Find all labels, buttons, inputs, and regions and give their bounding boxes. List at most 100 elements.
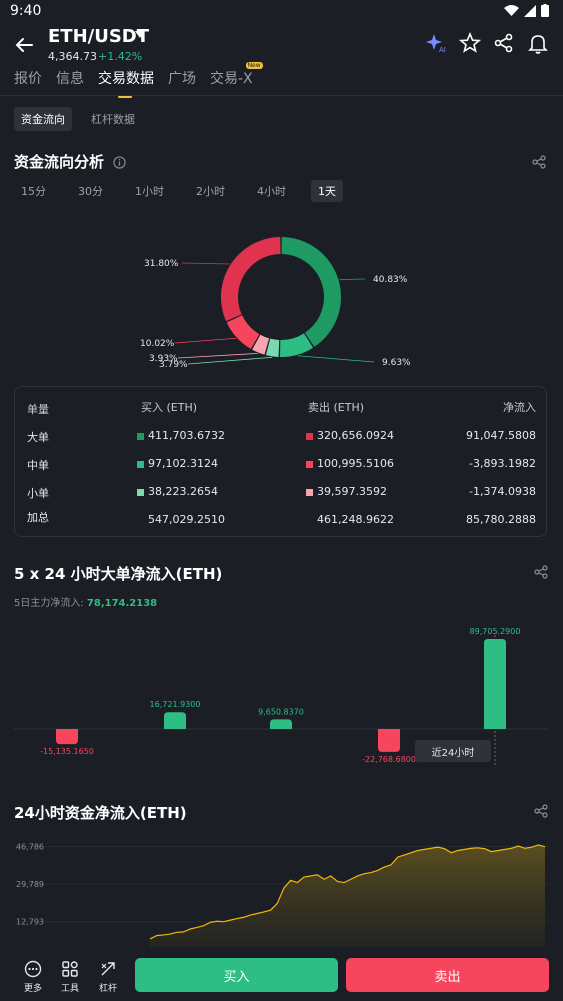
bar bbox=[56, 729, 78, 745]
row-label-total: 加总 bbox=[27, 511, 49, 524]
svg-text:AI: AI bbox=[439, 46, 446, 54]
header-order-size: 单量 bbox=[27, 403, 49, 416]
share-icon[interactable] bbox=[534, 565, 548, 579]
battery-icon bbox=[541, 4, 549, 17]
share-icon[interactable] bbox=[534, 804, 548, 818]
header-actions: AI bbox=[425, 31, 549, 54]
sell-large-value: 320,656.0924 bbox=[317, 429, 394, 442]
donut-slice bbox=[281, 237, 342, 347]
back-arrow-icon[interactable] bbox=[12, 33, 36, 57]
bar bbox=[270, 719, 292, 729]
tab-info[interactable]: 信息 bbox=[56, 68, 84, 94]
filter-30m[interactable]: 30分 bbox=[71, 180, 110, 202]
donut-leader-line bbox=[174, 337, 237, 344]
donut-label: 10.02% bbox=[140, 339, 175, 349]
buy-mid-value: 97,102.3124 bbox=[148, 457, 218, 470]
net-large: 91,047.5808 bbox=[466, 429, 536, 442]
sell-mid: 100,995.5106 bbox=[306, 457, 394, 470]
main-tabs: 报价 信息 交易数据 广场 交易-X New bbox=[14, 62, 263, 98]
buy-large: 411,703.6732 bbox=[137, 429, 225, 442]
donut-label: 3.93% bbox=[149, 354, 178, 364]
legend-swatch bbox=[137, 460, 144, 468]
new-badge: New bbox=[245, 62, 263, 69]
grid-icon bbox=[62, 961, 78, 977]
net-small: -1,374.0938 bbox=[469, 485, 536, 498]
buy-small-value: 38,223.2654 bbox=[148, 485, 218, 498]
bar bbox=[378, 729, 400, 752]
sell-button[interactable]: 卖出 bbox=[346, 958, 549, 992]
chart-tooltip: 近24小时 bbox=[415, 740, 491, 762]
row-label-large: 大单 bbox=[27, 431, 49, 444]
bell-icon[interactable] bbox=[527, 32, 549, 54]
bigflow-summary: 5日主力净流入: 78,174.2138 bbox=[14, 594, 157, 609]
header-net: 净流入 bbox=[503, 401, 536, 414]
net-mid: -3,893.1982 bbox=[469, 457, 536, 470]
status-bar: 9:40 bbox=[0, 0, 563, 24]
ai-sparkle-icon[interactable]: AI bbox=[425, 32, 447, 54]
sell-small-value: 39,597.3592 bbox=[317, 485, 387, 498]
net-total: 85,780.2888 bbox=[466, 513, 536, 526]
sell-small: 39,597.3592 bbox=[306, 485, 387, 498]
filter-2h[interactable]: 2小时 bbox=[189, 180, 232, 202]
subtab-leverage-data[interactable]: 杠杆数据 bbox=[84, 107, 142, 131]
y-tick-label: 46,786 bbox=[16, 843, 44, 852]
tab-trade-x[interactable]: 交易-X New bbox=[210, 62, 263, 94]
filter-15m[interactable]: 15分 bbox=[14, 180, 53, 202]
tabs-divider bbox=[0, 95, 563, 96]
y-tick-label: 29,789 bbox=[16, 880, 44, 889]
sell-total: 461,248.9622 bbox=[317, 513, 394, 526]
header-sell: 卖出 (ETH) bbox=[308, 401, 365, 414]
buy-mid: 97,102.3124 bbox=[137, 457, 218, 470]
buy-button[interactable]: 买入 bbox=[135, 958, 338, 992]
legend-swatch bbox=[306, 432, 313, 440]
legend-swatch bbox=[306, 488, 313, 496]
caret-down-icon[interactable] bbox=[135, 31, 145, 39]
donut-label: 40.83% bbox=[373, 275, 408, 285]
buy-large-value: 411,703.6732 bbox=[148, 429, 225, 442]
star-icon[interactable] bbox=[458, 31, 482, 54]
share-icon[interactable] bbox=[532, 155, 546, 169]
header-buy: 买入 (ETH) bbox=[141, 401, 198, 414]
info-icon[interactable] bbox=[113, 156, 126, 169]
summary-value: 78,174.2138 bbox=[86, 598, 158, 609]
netflow24-area-chart: 46,786 29,789 12,793 bbox=[14, 843, 549, 950]
row-label-mid: 中单 bbox=[27, 459, 49, 472]
signal-icon bbox=[524, 4, 536, 17]
time-filters: 15分 30分 1小时 2小时 4小时 1天 bbox=[14, 180, 343, 202]
donut-leader-line bbox=[339, 278, 366, 281]
tools-button[interactable]: 工具 bbox=[55, 960, 85, 994]
bar-value-label: -22,768.6800 bbox=[362, 755, 416, 764]
y-tick-label: 12,793 bbox=[16, 918, 44, 927]
price-change: +1.42% bbox=[98, 50, 143, 63]
bar-value-label: 9,650.8370 bbox=[258, 707, 304, 716]
filter-1d[interactable]: 1天 bbox=[311, 180, 343, 202]
donut-leader-line bbox=[177, 353, 258, 359]
bar bbox=[484, 639, 506, 729]
tab-quote[interactable]: 报价 bbox=[14, 68, 42, 94]
pair-title[interactable]: ETH/USDT bbox=[48, 26, 149, 47]
tab-trading-data[interactable]: 交易数据 bbox=[98, 68, 154, 98]
area-fill bbox=[150, 844, 545, 950]
donut-leader-line bbox=[187, 356, 273, 365]
filter-4h[interactable]: 4小时 bbox=[250, 180, 293, 202]
donut-leader-line bbox=[297, 355, 375, 363]
leverage-button[interactable]: 杠杆 bbox=[93, 960, 123, 994]
tools-label: 工具 bbox=[60, 984, 79, 994]
legend-swatch bbox=[137, 488, 144, 496]
buy-total: 547,029.2510 bbox=[148, 513, 225, 526]
more-button[interactable]: 更多 bbox=[18, 960, 48, 994]
leverage-label: 杠杆 bbox=[98, 984, 117, 994]
flow-analysis-title-text: 资金流向分析 bbox=[14, 153, 105, 171]
subtab-capital-flow[interactable]: 资金流向 bbox=[14, 107, 72, 131]
bar-value-label: 16,721.9300 bbox=[150, 700, 201, 709]
bigflow-title: 5 x 24 小时大单净流入(ETH) bbox=[14, 565, 223, 583]
netflow24-title: 24小时资金净流入(ETH) bbox=[14, 804, 187, 822]
tab-square[interactable]: 广场 bbox=[168, 68, 196, 94]
donut-slice bbox=[221, 237, 281, 322]
last-price: 4,364.73 bbox=[48, 50, 97, 63]
flow-table: 单量 买入 (ETH) 卖出 (ETH) 净流入 大单 411,703.6732… bbox=[14, 386, 547, 537]
filter-1h[interactable]: 1小时 bbox=[128, 180, 171, 202]
share-icon[interactable] bbox=[493, 32, 515, 54]
flow-donut-chart: 40.83%9.63%3.79%3.93%10.02%31.80% bbox=[140, 237, 411, 370]
donut-label: 9.63% bbox=[382, 358, 411, 368]
